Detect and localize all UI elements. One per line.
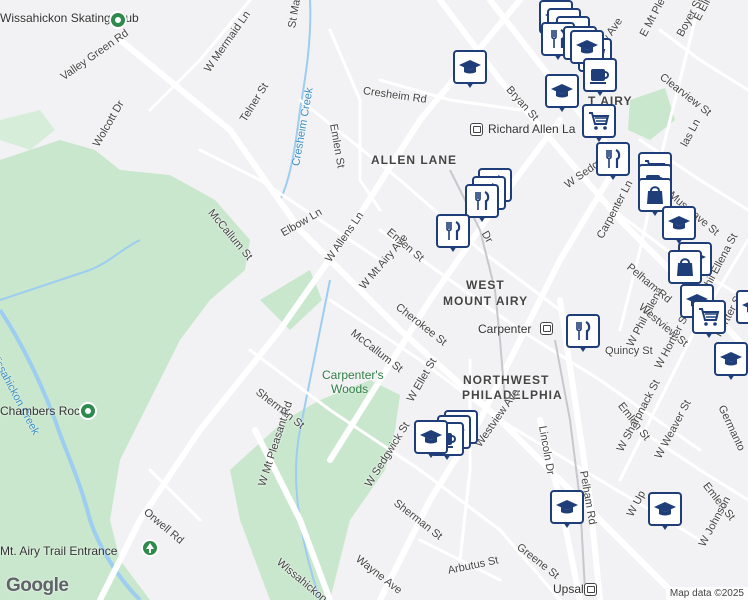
education-marker[interactable] [714, 342, 748, 382]
education-icon [550, 490, 584, 524]
restaurant-icon [436, 214, 470, 248]
education-marker[interactable] [453, 50, 487, 90]
restaurant-icon [566, 314, 600, 348]
cafe-marker[interactable] [583, 58, 617, 98]
marker-pointer [609, 174, 617, 180]
restaurant-marker[interactable] [465, 184, 499, 224]
marker-pointer [705, 332, 713, 338]
grocery-marker[interactable] [582, 104, 616, 144]
marker-pointer [727, 374, 735, 380]
map-data-attribution[interactable]: Map data ©2025 [665, 587, 748, 600]
education-marker[interactable] [545, 74, 579, 114]
marker-pointer [449, 246, 457, 252]
cafe-icon [583, 58, 617, 92]
street-label: Quincy St [605, 345, 653, 357]
park-label: Woods [331, 382, 369, 396]
education-icon [648, 492, 682, 526]
restaurant-marker[interactable] [596, 142, 630, 182]
neighborhood-label: ALLEN LANE [371, 153, 457, 167]
train-station-icon[interactable] [470, 123, 483, 136]
station-label[interactable]: Upsal [553, 582, 584, 596]
station-label[interactable]: Richard Allen La [488, 122, 575, 136]
marker-pointer [554, 54, 562, 60]
place-label[interactable]: Mt. Airy Trail Entrance [0, 544, 117, 558]
grocery-icon [692, 300, 726, 334]
education-icon [453, 50, 487, 84]
google-logo: Google [6, 575, 69, 596]
map-canvas[interactable]: ALLEN LANE WEST MOUNT AIRY NORTHWEST PHI… [0, 0, 748, 600]
train-station-icon[interactable] [584, 583, 597, 596]
education-icon [714, 342, 748, 376]
train-station-icon[interactable] [540, 322, 553, 335]
education-icon [545, 74, 579, 108]
restaurant-icon [596, 142, 630, 176]
education-marker[interactable] [414, 420, 448, 460]
marker-pointer [478, 216, 486, 222]
neighborhood-label: MOUNT AIRY [443, 294, 529, 308]
marker-pointer [579, 346, 587, 352]
place-label[interactable]: Chambers Rock [0, 404, 86, 418]
park-area [0, 110, 55, 150]
education-icon [736, 290, 748, 324]
station-label[interactable]: Carpenter [478, 322, 531, 336]
grocery-marker[interactable] [692, 300, 726, 340]
neighborhood-label: WEST [466, 278, 505, 292]
restaurant-marker[interactable] [566, 314, 600, 354]
marker-pointer [596, 90, 604, 96]
marker-pointer [563, 522, 571, 528]
trailhead-icon[interactable] [141, 539, 159, 557]
education-icon [662, 206, 696, 240]
marker-pointer [427, 452, 435, 458]
neighborhood-label: NORTHWEST [463, 373, 550, 387]
marker-pointer [466, 82, 474, 88]
education-icon [414, 420, 448, 454]
marker-pointer [558, 106, 566, 112]
restaurant-icon [465, 184, 499, 218]
education-marker[interactable] [550, 490, 584, 530]
marker-pointer [661, 524, 669, 530]
shopping-icon [668, 250, 702, 284]
place-pin-icon[interactable] [79, 402, 97, 420]
education-marker[interactable] [662, 206, 696, 246]
place-pin-icon[interactable] [109, 11, 127, 29]
grocery-icon [582, 104, 616, 138]
marker-pointer [651, 210, 659, 216]
education-marker[interactable] [648, 492, 682, 532]
education-marker[interactable] [736, 290, 748, 330]
restaurant-marker[interactable] [436, 214, 470, 254]
park-label: Carpenter's [322, 368, 384, 382]
